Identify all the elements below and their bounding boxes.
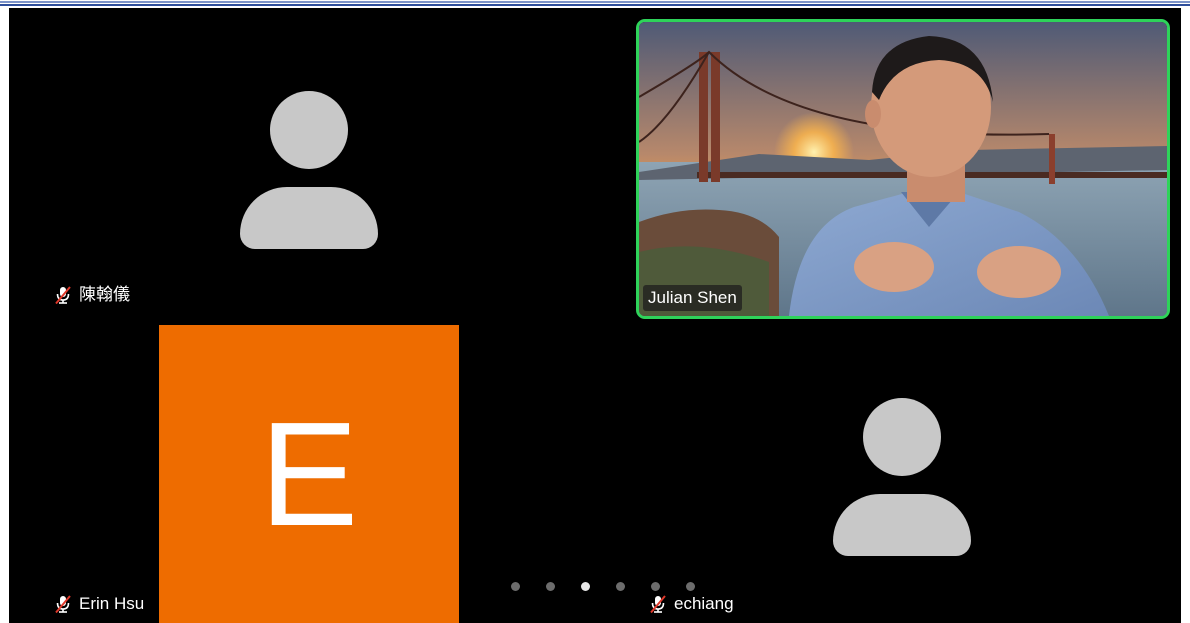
- participant-name: Erin Hsu: [79, 594, 145, 613]
- border-line-dark: [0, 4, 1190, 6]
- participant-name-label-1: 陳翰儀: [53, 285, 130, 305]
- avatar-head: [863, 398, 941, 476]
- page-dot-6[interactable]: [686, 582, 695, 591]
- page-indicator: [511, 582, 721, 591]
- page-dot-4[interactable]: [616, 582, 625, 591]
- page-dot-3[interactable]: [581, 582, 590, 591]
- gallery-view: 陳翰儀 Julian Shen E Erin Hsu echiang: [9, 8, 1181, 623]
- muted-mic-icon: [650, 595, 666, 614]
- muted-mic-icon: [55, 286, 71, 305]
- participant-avatar-4: [833, 398, 971, 558]
- meeting-window: 陳翰儀 Julian Shen E Erin Hsu echiang: [0, 0, 1190, 623]
- participant-name: echiang: [674, 594, 734, 613]
- window-top-border: [0, 0, 1190, 7]
- participant-video-tile-2[interactable]: Julian Shen: [636, 19, 1170, 319]
- participant-initial: E: [259, 392, 359, 557]
- participant-name-label-2: Julian Shen: [643, 285, 742, 311]
- avatar-body: [833, 494, 971, 556]
- page-dot-2[interactable]: [546, 582, 555, 591]
- participant-avatar-1: [240, 91, 378, 251]
- participant-name-label-4: echiang: [648, 594, 734, 614]
- participant-name-label-3: Erin Hsu: [53, 594, 144, 614]
- participant-name: 陳翰儀: [79, 285, 130, 304]
- avatar-head: [270, 91, 348, 169]
- participant-initial-tile-3[interactable]: E: [159, 325, 459, 623]
- border-line-light: [0, 1, 1190, 3]
- page-dot-5[interactable]: [651, 582, 660, 591]
- avatar-body: [240, 187, 378, 249]
- window-right-edge: [1181, 8, 1190, 623]
- muted-mic-icon: [55, 595, 71, 614]
- page-dot-1[interactable]: [511, 582, 520, 591]
- video-feed: [639, 22, 1167, 316]
